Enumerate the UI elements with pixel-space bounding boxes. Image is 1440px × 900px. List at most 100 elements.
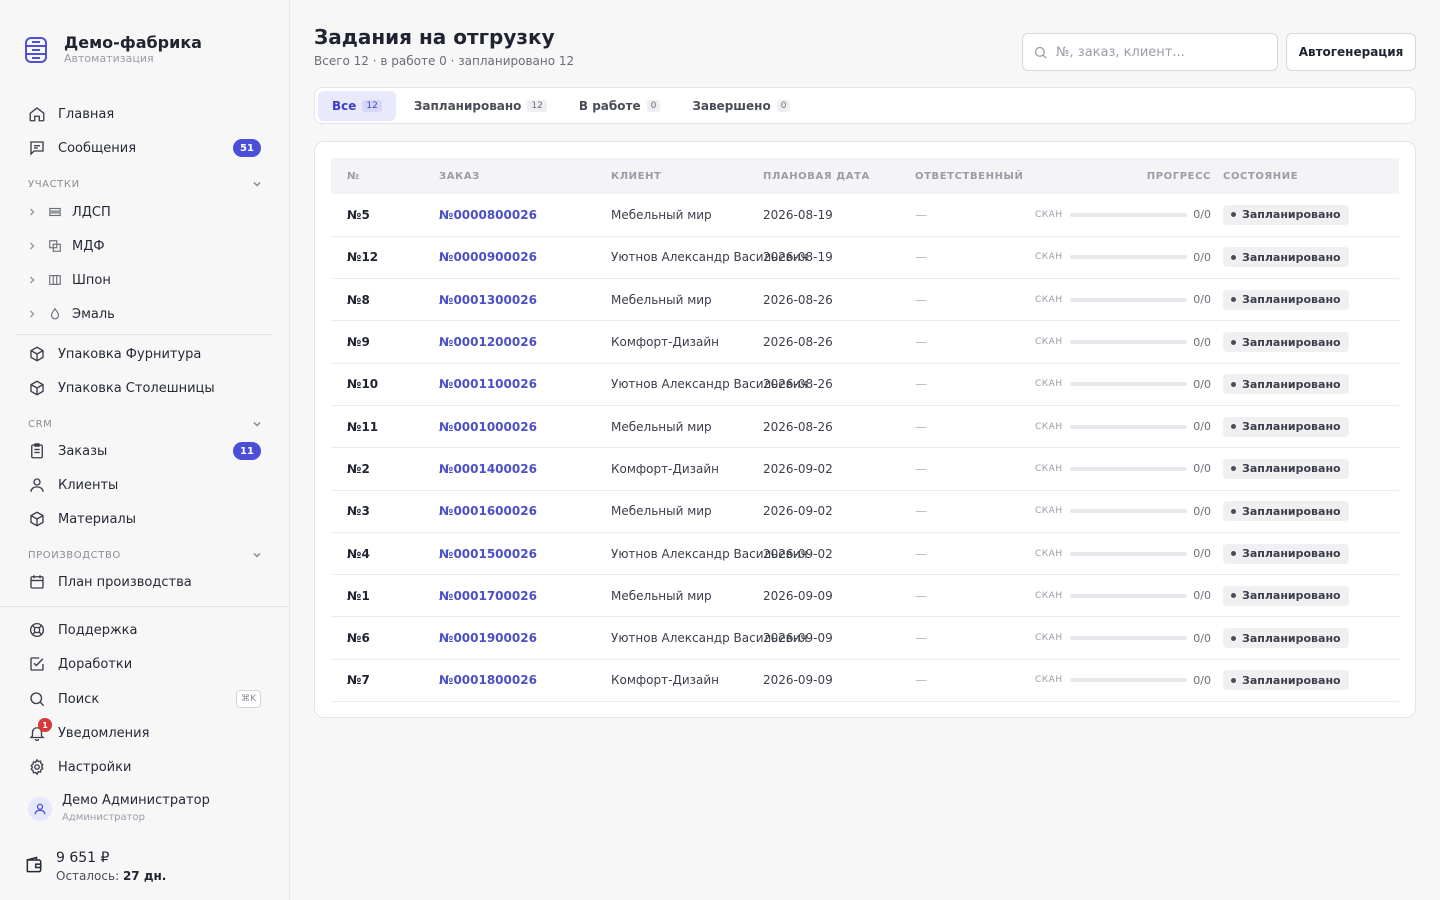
status-label: Запланировано (1242, 631, 1341, 645)
status-badge: Запланировано (1223, 247, 1349, 268)
shipment-number: №1 (347, 588, 370, 603)
table-row[interactable]: №12 №0000900026 Уютнов Александр Васильеви… (331, 236, 1399, 279)
status-badge: Запланировано (1223, 670, 1349, 691)
table-row[interactable]: №9 №0001200026 Комфорт-Дизайн 2026-08-26 — СК… (331, 321, 1399, 364)
droplet-icon (50, 307, 60, 320)
wallet[interactable]: 9 651 ₽ Осталось: 27 дн. (24, 849, 166, 885)
search-box[interactable] (1022, 33, 1278, 71)
nav-search[interactable]: Поиск ⌘K (16, 684, 273, 714)
nav-home[interactable]: Главная (16, 99, 273, 129)
order-link[interactable]: №0001500026 (423, 532, 595, 574)
progress: СКАН 0/0 (1035, 589, 1223, 602)
nav-settings[interactable]: Настройки (16, 752, 273, 782)
responsible: — (915, 335, 927, 350)
column-header-number[interactable]: № (331, 158, 423, 194)
nav-improvements[interactable]: Доработки (16, 649, 273, 679)
scan-label: СКАН (1035, 252, 1063, 263)
chevron-right-icon (29, 242, 35, 250)
tab-completed[interactable]: Завершено 0 (678, 91, 804, 121)
table-row[interactable]: №1 №0001700026 Мебельный мир 2026-09-09 — СКА… (331, 575, 1399, 617)
nav-materials-label: Материалы (58, 511, 136, 527)
clipboard-icon (28, 442, 46, 460)
nav-orders[interactable]: Заказы 11 (16, 436, 273, 466)
planned-date: 2026-08-26 (763, 419, 833, 434)
client-name: Уютнов Александр Васильевич (611, 377, 808, 392)
site-item-mdf[interactable]: МДФ (26, 233, 105, 259)
nav-production-plan[interactable]: План производства (16, 567, 273, 597)
scan-label: СКАН (1035, 506, 1063, 517)
section-crm[interactable]: CRM (28, 418, 263, 430)
site-item-ldsp[interactable]: ЛДСП (26, 199, 111, 225)
progress-bar (1069, 424, 1188, 429)
table-row[interactable]: №6 №0001900026 Уютнов Александр Васильевич… (331, 617, 1399, 660)
column-header-client[interactable]: КЛИЕНТ (595, 158, 747, 194)
nav-support[interactable]: Поддержка (16, 615, 273, 645)
wallet-left-label: Осталось: (56, 869, 123, 883)
table-row[interactable]: №2 №0001400026 Комфорт-Дизайн 2026-09-02 — СК… (331, 448, 1399, 491)
progress-value: 0/0 (1193, 547, 1211, 561)
scan-label: СКАН (1035, 421, 1063, 432)
order-link[interactable]: №0001600026 (423, 490, 595, 532)
order-link[interactable]: №0001700026 (423, 575, 595, 617)
site-item-veneer[interactable]: Шпон (26, 267, 111, 293)
order-link[interactable]: №0001300026 (423, 279, 595, 321)
order-link[interactable]: №0000900026 (423, 236, 595, 278)
squares-icon (49, 240, 61, 252)
section-production-label: ПРОИЗВОДСТВО (28, 549, 121, 561)
progress-value: 0/0 (1193, 631, 1211, 645)
order-link[interactable]: №0001200026 (423, 321, 595, 363)
column-header-order[interactable]: ЗАКАЗ (423, 158, 595, 194)
nav-notifications[interactable]: 1 Уведомления (16, 718, 273, 748)
package-icon (28, 345, 46, 363)
tab-planned[interactable]: Запланировано 12 (400, 91, 561, 121)
table-row[interactable]: №5 №0000800026 Мебельный мир 2026-08-19 — СКА… (331, 194, 1399, 237)
nav-pack-countertops[interactable]: Упаковка Столешницы (16, 373, 273, 403)
brand[interactable]: Демо-фабрика Автоматизация (24, 34, 202, 66)
order-link[interactable]: №0001000026 (423, 405, 595, 447)
table-row[interactable]: №7 №0001800026 Комфорт-Дизайн 2026-09-09 — СК… (331, 659, 1399, 702)
section-sites[interactable]: УЧАСТКИ (28, 178, 263, 190)
progress: СКАН 0/0 (1035, 251, 1223, 264)
section-production[interactable]: ПРОИЗВОДСТВО (28, 549, 263, 561)
status-cell: Запланировано (1223, 236, 1399, 278)
tab-all[interactable]: Все 12 (318, 90, 396, 121)
order-link[interactable]: №0001100026 (423, 363, 595, 405)
table-row[interactable]: №8 №0001300026 Мебельный мир 2026-08-26 — СКА… (331, 279, 1399, 321)
table-row[interactable]: №4 №0001500026 Уютнов Александр Васильевич… (331, 532, 1399, 575)
autogenerate-button[interactable]: Автогенерация (1286, 33, 1416, 71)
nav-materials[interactable]: Материалы (16, 504, 273, 534)
order-link[interactable]: №0001800026 (423, 659, 595, 701)
user-role: Администратор (62, 812, 145, 823)
table-row[interactable]: №10 №0001100026 Уютнов Александр Васильеви… (331, 363, 1399, 406)
column-header-date[interactable]: ПЛАНОВАЯ ДАТА (747, 158, 899, 194)
order-link[interactable]: №0001900026 (423, 617, 595, 659)
order-link[interactable]: №0001400026 (423, 448, 595, 490)
progress-cell: СКАН 0/0 (1019, 279, 1223, 321)
table-row[interactable]: №11 №0001000026 Мебельный мир 2026-08-26 — СК… (331, 405, 1399, 448)
scan-label: СКАН (1035, 548, 1063, 559)
tab-in-progress[interactable]: В работе 0 (565, 91, 674, 121)
shipment-number: №2 (347, 461, 370, 476)
user-profile[interactable]: Демо Администратор Администратор (28, 792, 210, 826)
column-header-progress[interactable]: ПРОГРЕСС (1019, 158, 1223, 194)
column-header-responsible[interactable]: ОТВЕТСТВЕННЫЙ (899, 158, 1023, 194)
nav-clients[interactable]: Клиенты (16, 470, 273, 500)
scan-label: СКАН (1035, 463, 1063, 474)
nav-pack-furniture[interactable]: Упаковка Фурнитура (16, 339, 273, 369)
wallet-icon (26, 856, 42, 873)
progress: СКАН 0/0 (1035, 505, 1223, 518)
site-item-enamel[interactable]: Эмаль (26, 301, 115, 327)
search-input[interactable] (1056, 44, 1256, 60)
progress-cell: СКАН 0/0 (1019, 194, 1223, 236)
progress-value: 0/0 (1193, 208, 1211, 222)
tab-label: Все (332, 98, 357, 113)
column-header-status[interactable]: СОСТОЯНИЕ (1223, 158, 1399, 194)
nav-messages[interactable]: Сообщения 51 (16, 133, 273, 163)
order-link[interactable]: №0000800026 (423, 194, 595, 236)
client-name: Уютнов Александр Васильевич (611, 546, 808, 561)
progress-value: 0/0 (1193, 504, 1211, 518)
progress-bar (1069, 212, 1188, 217)
table-row[interactable]: №3 №0001600026 Мебельный мир 2026-09-02 — СКА… (331, 490, 1399, 533)
messages-badge: 51 (233, 139, 261, 157)
progress-value: 0/0 (1193, 589, 1211, 603)
